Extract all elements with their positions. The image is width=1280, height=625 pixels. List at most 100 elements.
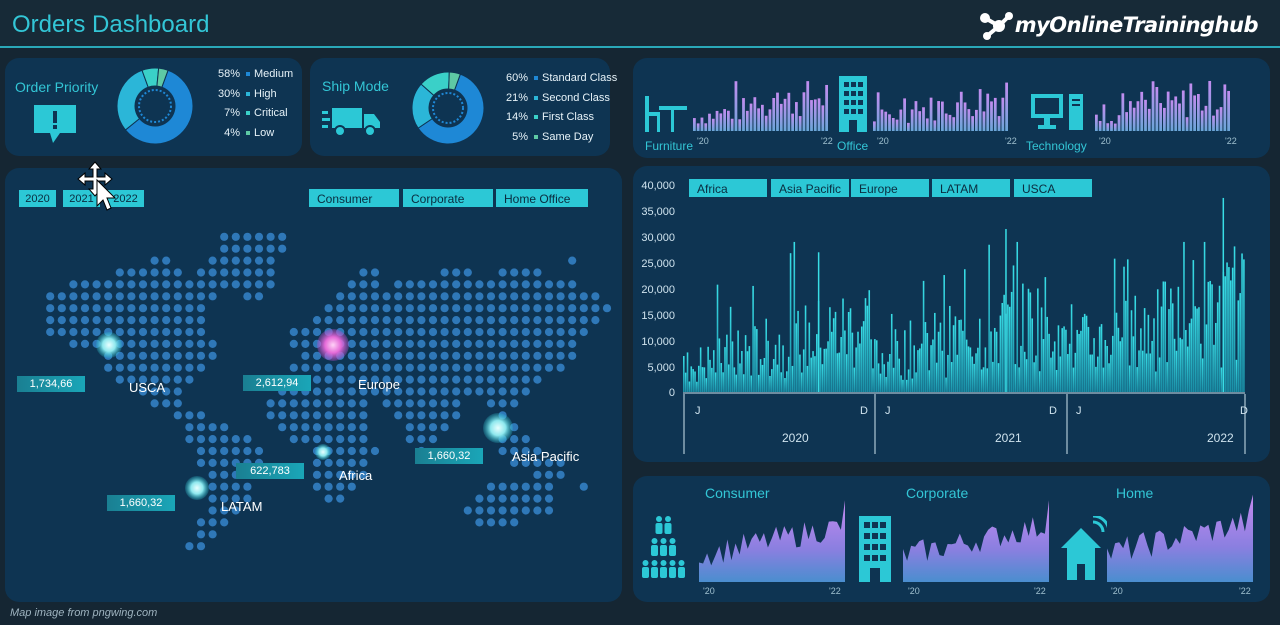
map-dot <box>568 256 577 265</box>
map-dot <box>510 351 519 360</box>
map-dot <box>417 375 426 384</box>
header: Orders Dashboard myOnlineTraininghub <box>0 0 1280 48</box>
sales-bar <box>924 322 927 392</box>
technology-spark-bar <box>1212 115 1215 131</box>
furniture-spark-bar <box>772 98 776 131</box>
technology-spark-bar <box>1189 83 1193 131</box>
sales-bar <box>952 325 955 392</box>
sales-bar <box>827 341 829 392</box>
furniture-spark-bar <box>791 113 794 131</box>
map-dot <box>173 351 182 360</box>
map-dot <box>359 304 368 313</box>
sales-bar <box>1181 339 1183 392</box>
map-dot <box>428 351 438 360</box>
map-dot <box>533 304 542 313</box>
sales-bar <box>1136 367 1138 392</box>
map-dot <box>138 351 148 360</box>
map-dot <box>104 304 113 313</box>
sales-bar <box>932 339 934 392</box>
map-dot <box>185 292 194 301</box>
map-dot <box>185 375 194 384</box>
map-dot <box>289 423 298 432</box>
sales-bar <box>1211 284 1213 392</box>
sales-bar <box>993 327 996 392</box>
map-dot <box>57 316 66 325</box>
map-dot <box>579 292 588 301</box>
map-dot <box>405 363 414 372</box>
map-dot <box>475 387 484 396</box>
sales-bar <box>844 330 846 392</box>
sales-bar <box>1123 266 1125 392</box>
corporate-area <box>903 500 1049 582</box>
map-dot <box>486 494 496 503</box>
page-title: Orders Dashboard <box>12 11 210 38</box>
map-dot <box>510 316 519 325</box>
furniture-spark-bar <box>825 84 828 131</box>
region-value-africa: 622,783 <box>236 463 304 479</box>
map-dot <box>521 435 530 444</box>
sales-bar <box>1087 326 1090 392</box>
map-dot <box>220 518 229 527</box>
office-spark-bar <box>941 101 944 131</box>
sales-bar <box>1188 323 1191 392</box>
map-dot <box>208 446 217 456</box>
map-dot <box>208 494 217 503</box>
map-dot <box>428 435 438 444</box>
sales-bar <box>1132 336 1135 392</box>
map-dot <box>312 458 322 467</box>
sales-bar <box>1098 326 1101 392</box>
map-dot <box>556 363 565 372</box>
furniture-spark-bar <box>795 102 798 131</box>
furniture-spark-bar <box>779 103 783 131</box>
map-dot <box>312 327 322 337</box>
map-dot <box>486 339 496 348</box>
sales-bar <box>683 356 685 392</box>
map-dot <box>463 351 472 360</box>
map-dot <box>243 435 252 444</box>
office-spark-bar <box>884 111 888 131</box>
map-dot <box>127 280 136 289</box>
sales-bar <box>1016 241 1019 392</box>
category-panel: Furniture '20 '22 Office '20 '22 Technol… <box>633 58 1270 158</box>
map-dot <box>312 411 322 420</box>
map-dot <box>208 530 217 539</box>
technology-spark-bar <box>1117 115 1121 131</box>
map-dot <box>185 304 194 313</box>
sales-bar <box>874 339 876 392</box>
computer-icon <box>1031 94 1083 130</box>
map-dot <box>591 304 600 313</box>
legend-dot <box>534 76 538 81</box>
map-dot <box>196 446 206 456</box>
sales-bar <box>774 344 777 392</box>
furniture-axis-start: '20 <box>697 136 709 146</box>
truck-icon <box>322 108 380 137</box>
map-dot <box>301 363 310 372</box>
sales-bar <box>1145 353 1148 392</box>
sales-bar <box>1235 359 1238 392</box>
sales-bar <box>1226 262 1228 392</box>
office-spark-bar <box>899 109 903 131</box>
map-dot <box>405 327 414 337</box>
ship-mode-label: Ship Mode <box>322 78 389 94</box>
sales-bar <box>977 347 979 392</box>
furniture-spark-bar <box>719 113 723 131</box>
office-spark-bar <box>891 118 895 131</box>
map-dot <box>150 316 159 325</box>
sales-bar <box>1162 281 1165 392</box>
map-dot <box>243 244 252 253</box>
technology-spark-bar <box>1098 120 1102 131</box>
map-dot <box>150 339 159 348</box>
sales-bar <box>780 372 782 392</box>
office-spark-bar <box>929 97 933 131</box>
map-dot <box>301 423 310 432</box>
map-dot <box>452 375 461 384</box>
sales-bar <box>1078 333 1080 392</box>
sales-bar <box>1119 341 1122 392</box>
map-dot <box>196 423 206 432</box>
map-dot <box>243 446 252 456</box>
map-dot <box>312 399 322 408</box>
map-dot <box>359 280 368 289</box>
ship-mode-legend-same-day: 5% Same Day <box>498 131 593 143</box>
sales-bar <box>978 318 981 392</box>
sales-bar <box>1115 312 1118 392</box>
